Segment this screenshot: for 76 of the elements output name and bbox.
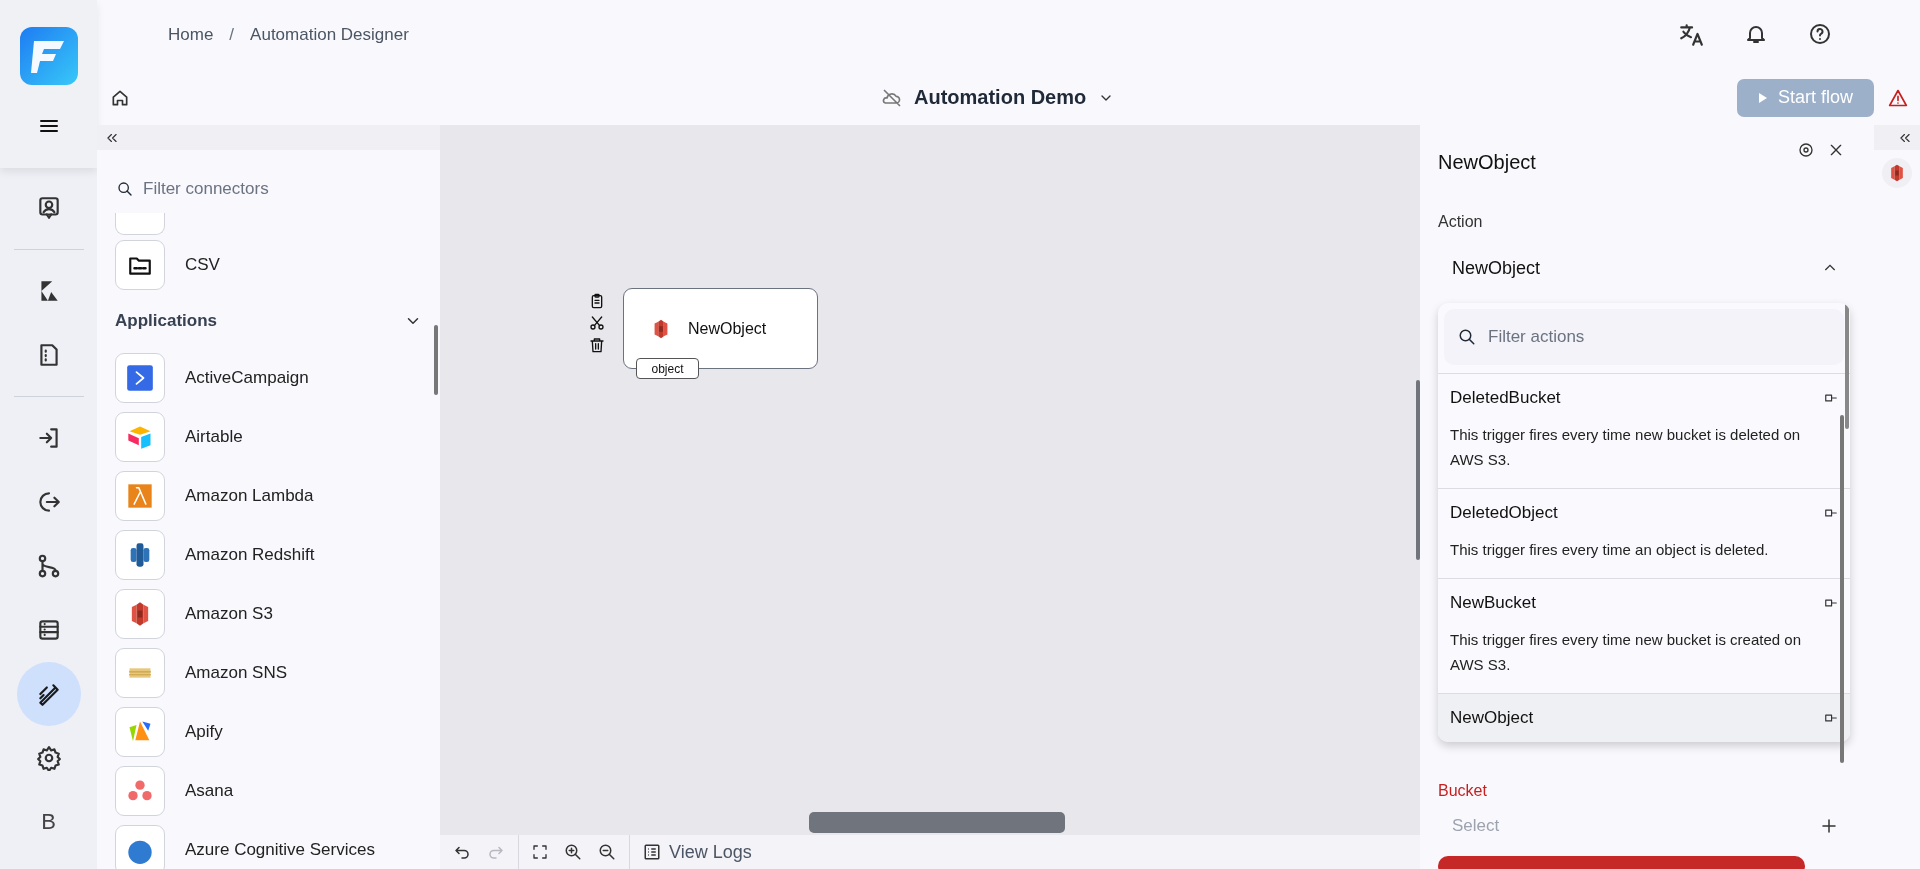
settings-icon bbox=[35, 745, 62, 771]
scrollbar[interactable] bbox=[434, 325, 438, 395]
connector-tile[interactable] bbox=[115, 765, 165, 816]
action-name: DeletedBucket bbox=[1450, 388, 1561, 408]
connector-tile[interactable] bbox=[115, 706, 165, 757]
help-icon[interactable] bbox=[1808, 22, 1832, 46]
scrollbar[interactable] bbox=[1416, 380, 1420, 560]
connector-tile[interactable] bbox=[115, 352, 165, 403]
panel-title: NewObject bbox=[1438, 150, 1536, 174]
warning-icon[interactable] bbox=[1888, 87, 1908, 108]
connector-name[interactable]: Amazon Redshift bbox=[185, 544, 315, 565]
chevron-logo-icon bbox=[126, 363, 154, 392]
connector-tab[interactable] bbox=[1882, 158, 1912, 188]
connector-name[interactable]: Airtable bbox=[185, 426, 243, 447]
scrollbar[interactable] bbox=[1845, 303, 1849, 429]
trigger-icon bbox=[1824, 711, 1838, 725]
connector-name[interactable]: Asana bbox=[185, 780, 234, 801]
action-name: DeletedObject bbox=[1450, 503, 1558, 523]
zoom-out-icon[interactable] bbox=[598, 843, 616, 861]
action-description: This trigger fires every time an object is deleted. bbox=[1450, 540, 1770, 560]
scrollbar[interactable] bbox=[809, 812, 1065, 833]
connector-tile[interactable] bbox=[115, 588, 165, 639]
bucket-select[interactable]: Select bbox=[1452, 816, 1752, 836]
trigger-icon bbox=[1824, 391, 1838, 405]
connector-name[interactable]: Amazon SNS bbox=[185, 662, 288, 683]
breadcrumb-link[interactable]: Automation Designer bbox=[250, 25, 409, 45]
plus-icon[interactable] bbox=[1820, 817, 1838, 835]
search-icon bbox=[117, 180, 133, 197]
filter-actions-input[interactable]: Filter actions bbox=[1488, 327, 1808, 347]
action-name: NewObject bbox=[1450, 708, 1534, 728]
action-select[interactable]: NewObject bbox=[1438, 245, 1874, 291]
action-description: This trigger fires every time new bucket is created on AWS S3. bbox=[1450, 630, 1802, 675]
action-description: This trigger fires every time new bucket is deleted on AWS S3. bbox=[1450, 425, 1802, 470]
action-option[interactable]: NewObject bbox=[1438, 693, 1850, 742]
node-label: NewObject bbox=[688, 319, 767, 338]
connector-name[interactable]: Apify bbox=[185, 721, 223, 742]
connector-tile[interactable] bbox=[115, 529, 165, 580]
clipboard-icon[interactable] bbox=[589, 293, 605, 309]
scissors-icon[interactable] bbox=[589, 315, 605, 331]
translate-icon[interactable] bbox=[1678, 22, 1704, 48]
field-label: Action bbox=[1438, 213, 1484, 231]
app-logo[interactable] bbox=[19, 27, 78, 85]
action-name: NewBucket bbox=[1450, 593, 1536, 613]
filter-connectors-field[interactable]: Filter connectors bbox=[143, 178, 403, 199]
trash-icon[interactable] bbox=[589, 337, 605, 353]
section-title: Applications bbox=[115, 311, 217, 331]
fit-screen-icon[interactable] bbox=[532, 844, 548, 860]
breadcrumb-link[interactable]: Home bbox=[168, 25, 214, 45]
scrollbar[interactable] bbox=[1840, 415, 1844, 763]
search-icon bbox=[1458, 328, 1476, 346]
connector-tile[interactable] bbox=[115, 411, 165, 462]
connector-tile[interactable] bbox=[115, 824, 165, 869]
zoom-in-icon[interactable] bbox=[564, 843, 582, 861]
connector-name[interactable]: Amazon S3 bbox=[185, 603, 273, 624]
connector-tile[interactable] bbox=[115, 213, 165, 235]
connector-name[interactable]: Amazon Lambda bbox=[185, 485, 314, 506]
cloud-off-icon bbox=[882, 87, 902, 108]
trigger-icon bbox=[1824, 506, 1838, 520]
connector-name[interactable]: Azure Cognitive Services bbox=[185, 839, 375, 860]
connector-tile[interactable] bbox=[115, 470, 165, 521]
connector-name[interactable]: CSV bbox=[185, 254, 220, 275]
connector-name[interactable]: ActiveCampaign bbox=[185, 367, 309, 388]
field-label: Bucket bbox=[1438, 782, 1488, 800]
close-icon[interactable] bbox=[1828, 142, 1844, 158]
connector-tile[interactable] bbox=[115, 239, 165, 290]
filter-actions-field[interactable]: Filter actions bbox=[1444, 309, 1844, 365]
breadcrumb-separator: / bbox=[229, 25, 235, 45]
lambda-logo-icon bbox=[126, 481, 154, 510]
play-icon bbox=[1758, 92, 1768, 103]
view-logs-button[interactable]: View Logs bbox=[643, 841, 752, 863]
list-icon bbox=[643, 843, 661, 861]
settings-icon[interactable] bbox=[1798, 142, 1814, 158]
trigger-icon bbox=[1824, 596, 1838, 610]
node-port[interactable]: object bbox=[636, 358, 699, 379]
connector-tile[interactable] bbox=[115, 647, 165, 698]
flow-title: Automation Demo bbox=[914, 86, 1087, 109]
